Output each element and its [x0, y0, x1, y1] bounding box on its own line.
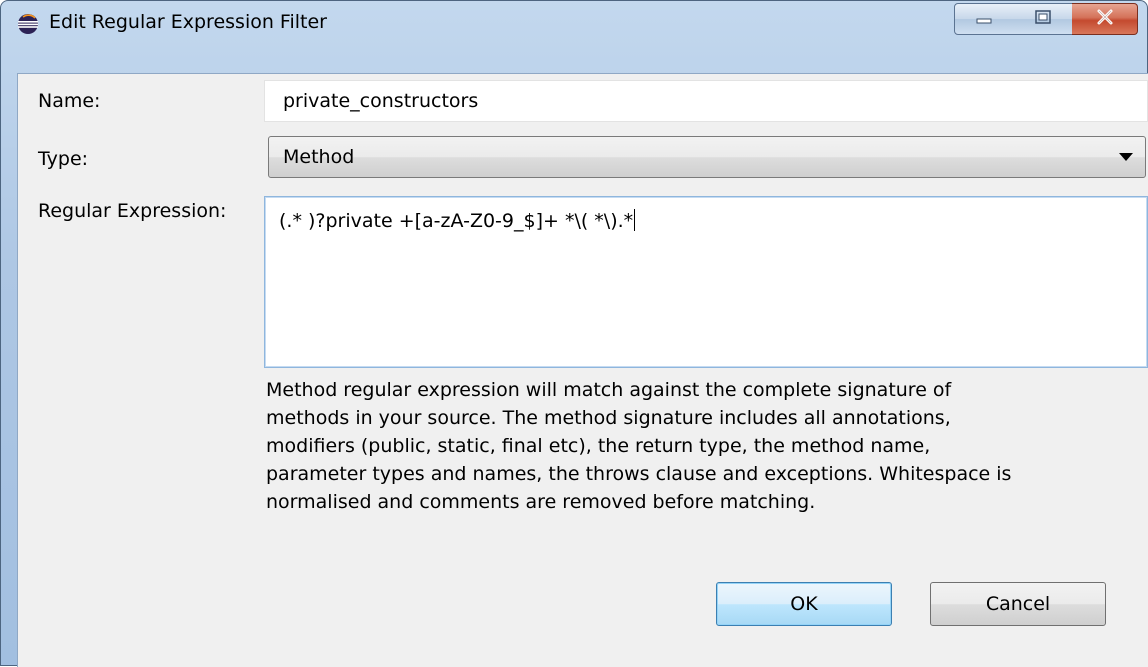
minimize-icon: [975, 10, 993, 29]
maximize-button[interactable]: [1013, 3, 1073, 35]
dialog-window: Edit Regular Expression Filter Name: pri…: [0, 0, 1148, 667]
name-input[interactable]: private_constructors: [264, 80, 1148, 122]
title-bar[interactable]: Edit Regular Expression Filter: [1, 1, 1147, 47]
regex-label: Regular Expression:: [38, 200, 227, 222]
maximize-icon: [1034, 9, 1052, 29]
type-select-value: Method: [283, 146, 355, 168]
help-text-line: modifiers (public, static, final etc), t…: [266, 435, 931, 457]
help-text: Method regular expression will match aga…: [266, 376, 1116, 516]
close-button[interactable]: [1072, 3, 1138, 35]
name-label: Name:: [38, 90, 101, 112]
minimize-button[interactable]: [954, 3, 1014, 35]
ok-button[interactable]: OK: [716, 582, 892, 626]
help-text-line: Method regular expression will match aga…: [266, 379, 952, 401]
help-text-line: normalised and comments are removed befo…: [266, 491, 816, 513]
window-title: Edit Regular Expression Filter: [49, 11, 327, 33]
regex-value: (.* )?private +[a-zA-Z0-9_$]+ *\( *\).*: [279, 210, 634, 232]
close-icon: [1095, 8, 1115, 30]
help-text-line: parameter types and names, the throws cl…: [266, 463, 1012, 485]
type-select[interactable]: Method: [268, 136, 1146, 178]
text-caret: [634, 209, 636, 231]
eclipse-icon: [17, 13, 39, 35]
cancel-button[interactable]: Cancel: [930, 582, 1106, 626]
dialog-content: Name: private_constructors Type: Method …: [17, 73, 1148, 667]
type-label: Type:: [38, 148, 89, 170]
help-text-line: methods in your source. The method signa…: [266, 407, 951, 429]
chevron-down-icon[interactable]: [1119, 153, 1133, 161]
regex-textarea[interactable]: (.* )?private +[a-zA-Z0-9_$]+ *\( *\).*: [264, 196, 1148, 368]
